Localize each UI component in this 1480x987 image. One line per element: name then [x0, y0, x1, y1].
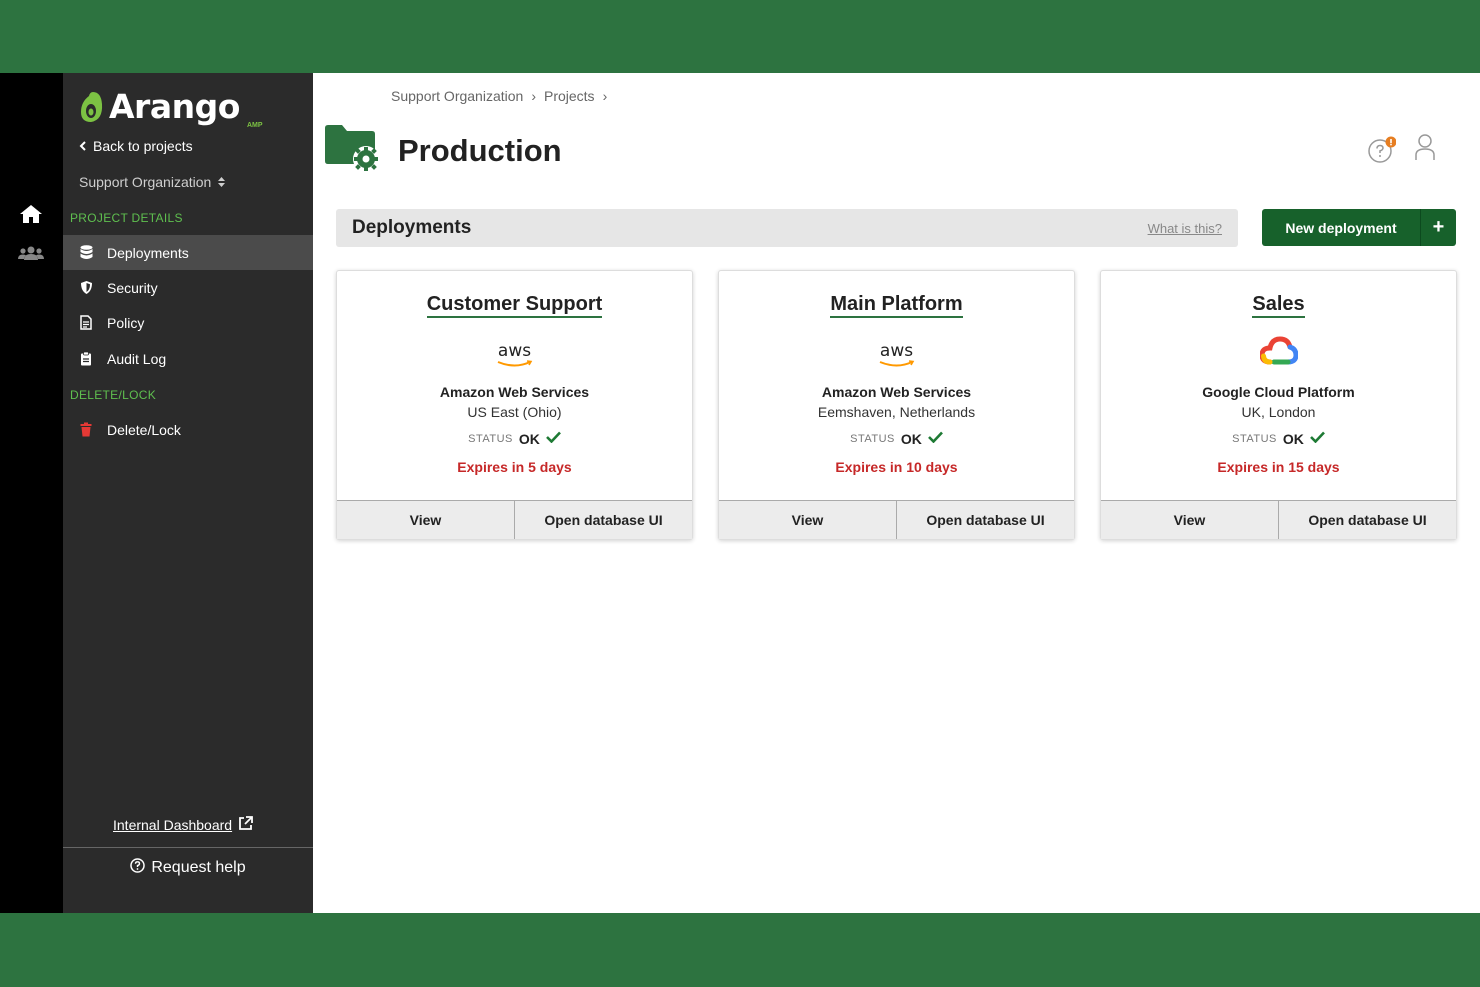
question-circle-icon — [130, 858, 146, 878]
status-value: OK — [900, 431, 922, 447]
section-project-details: PROJECT DETAILS — [70, 211, 183, 225]
status-value: OK — [1282, 431, 1304, 447]
sidebar-item-delete-lock[interactable]: Delete/Lock — [63, 412, 313, 447]
document-icon — [79, 315, 93, 331]
logo-amp: AMP — [247, 122, 263, 129]
check-icon — [927, 430, 943, 448]
sidebar: Arango AMP Back to projects Support Orga… — [63, 73, 313, 913]
user-icon[interactable] — [1414, 133, 1436, 166]
expiry-text: Expires in 10 days — [835, 459, 958, 475]
chevron-right-icon: › — [531, 88, 536, 104]
deployments-title: Deployments — [352, 217, 472, 238]
deployment-card: Main Platform aws Amazon Web Services Ee… — [718, 270, 1075, 540]
aws-logo-icon: aws — [337, 337, 692, 366]
avocado-icon — [81, 91, 103, 122]
shield-icon — [79, 280, 93, 296]
check-icon — [1309, 430, 1325, 448]
back-label: Back to projects — [93, 138, 193, 154]
region-name: Eemshaven, Netherlands — [817, 404, 976, 420]
region-name: UK, London — [1241, 404, 1316, 420]
help-notification-icon[interactable] — [1368, 136, 1397, 164]
google-cloud-logo-icon — [1101, 336, 1456, 365]
icon-rail — [0, 73, 63, 913]
sidebar-item-deployments[interactable]: Deployments — [63, 235, 313, 270]
back-to-projects-link[interactable]: Back to projects — [79, 138, 193, 154]
sidebar-item-label: Deployments — [107, 244, 189, 261]
request-help-label: Request help — [151, 859, 246, 876]
main-content: Support Organization › Projects › Produc… — [313, 73, 1480, 913]
breadcrumb-projects-link[interactable]: Projects — [544, 88, 595, 104]
deployments-header: Deployments What is this? — [336, 209, 1238, 247]
deployment-name-link[interactable]: Customer Support — [426, 293, 603, 318]
request-help-button[interactable]: Request help — [63, 858, 313, 878]
region-name: US East (Ohio) — [467, 404, 562, 420]
sidebar-divider — [63, 847, 313, 848]
card-actions: View Open database UI — [337, 500, 692, 539]
external-link-icon — [238, 816, 253, 834]
provider-name: Google Cloud Platform — [1202, 384, 1355, 400]
arango-logo[interactable]: Arango AMP — [79, 87, 263, 129]
deployment-card: Customer Support aws Amazon Web Services… — [336, 270, 693, 540]
clipboard-icon — [79, 351, 93, 367]
chevron-right-icon: › — [602, 88, 608, 104]
status-value: OK — [518, 431, 540, 447]
view-button[interactable]: View — [1101, 501, 1278, 539]
expiry-text: Expires in 5 days — [457, 459, 572, 475]
section-delete-lock: DELETE/LOCK — [70, 388, 156, 402]
breadcrumb: Support Organization › Projects › — [391, 88, 607, 104]
app-window: Arango AMP Back to projects Support Orga… — [0, 73, 1480, 913]
users-icon[interactable] — [15, 240, 47, 266]
plus-icon: + — [1420, 209, 1456, 246]
org-label: Support Organization — [79, 174, 212, 190]
database-icon — [79, 245, 93, 261]
card-actions: View Open database UI — [719, 500, 1074, 539]
breadcrumb-org-link[interactable]: Support Organization — [391, 88, 523, 104]
view-button[interactable]: View — [719, 501, 896, 539]
internal-dashboard-label: Internal Dashboard — [113, 817, 233, 833]
top-right-icons — [1368, 133, 1436, 166]
page-title: Production — [398, 132, 562, 168]
new-deployment-button[interactable]: New deployment + — [1262, 209, 1456, 246]
open-database-ui-button[interactable]: Open database UI — [514, 501, 692, 539]
deployment-card: Sales Google Cloud Platform UK, London S… — [1100, 270, 1457, 540]
trash-icon — [79, 422, 93, 438]
aws-logo-icon: aws — [719, 337, 1074, 366]
what-is-this-link[interactable]: What is this? — [1148, 221, 1222, 236]
page-header: Production — [324, 123, 562, 178]
card-actions: View Open database UI — [1101, 500, 1456, 539]
view-button[interactable]: View — [337, 501, 514, 539]
logo-text: Arango — [109, 87, 240, 126]
deployment-name-link[interactable]: Main Platform — [830, 293, 963, 318]
expiry-text: Expires in 15 days — [1217, 459, 1340, 475]
project-folder-gear-icon — [324, 123, 380, 178]
new-deployment-label: New deployment — [1285, 219, 1397, 236]
sidebar-item-security[interactable]: Security — [63, 270, 313, 305]
status-label: STATUS — [1232, 433, 1277, 445]
chevron-left-icon — [79, 138, 87, 154]
sort-icon — [215, 174, 226, 190]
sidebar-item-audit-log[interactable]: Audit Log — [63, 341, 313, 376]
sidebar-item-label: Policy — [107, 314, 145, 331]
status-label: STATUS — [468, 433, 513, 445]
provider-name: Amazon Web Services — [439, 384, 590, 400]
check-icon — [545, 430, 561, 448]
open-database-ui-button[interactable]: Open database UI — [896, 501, 1074, 539]
provider-name: Amazon Web Services — [821, 384, 972, 400]
deployment-name-link[interactable]: Sales — [1252, 293, 1305, 318]
home-icon[interactable] — [15, 201, 47, 227]
sidebar-item-label: Delete/Lock — [107, 421, 181, 438]
status-row: STATUS OK — [1101, 430, 1456, 448]
org-selector[interactable]: Support Organization — [79, 174, 226, 190]
status-row: STATUS OK — [719, 430, 1074, 448]
sidebar-item-policy[interactable]: Policy — [63, 305, 313, 340]
status-row: STATUS OK — [337, 430, 692, 448]
sidebar-item-label: Audit Log — [107, 350, 167, 367]
internal-dashboard-link[interactable]: Internal Dashboard — [113, 816, 253, 834]
open-database-ui-button[interactable]: Open database UI — [1278, 501, 1456, 539]
status-label: STATUS — [850, 433, 895, 445]
sidebar-item-label: Security — [107, 279, 158, 296]
